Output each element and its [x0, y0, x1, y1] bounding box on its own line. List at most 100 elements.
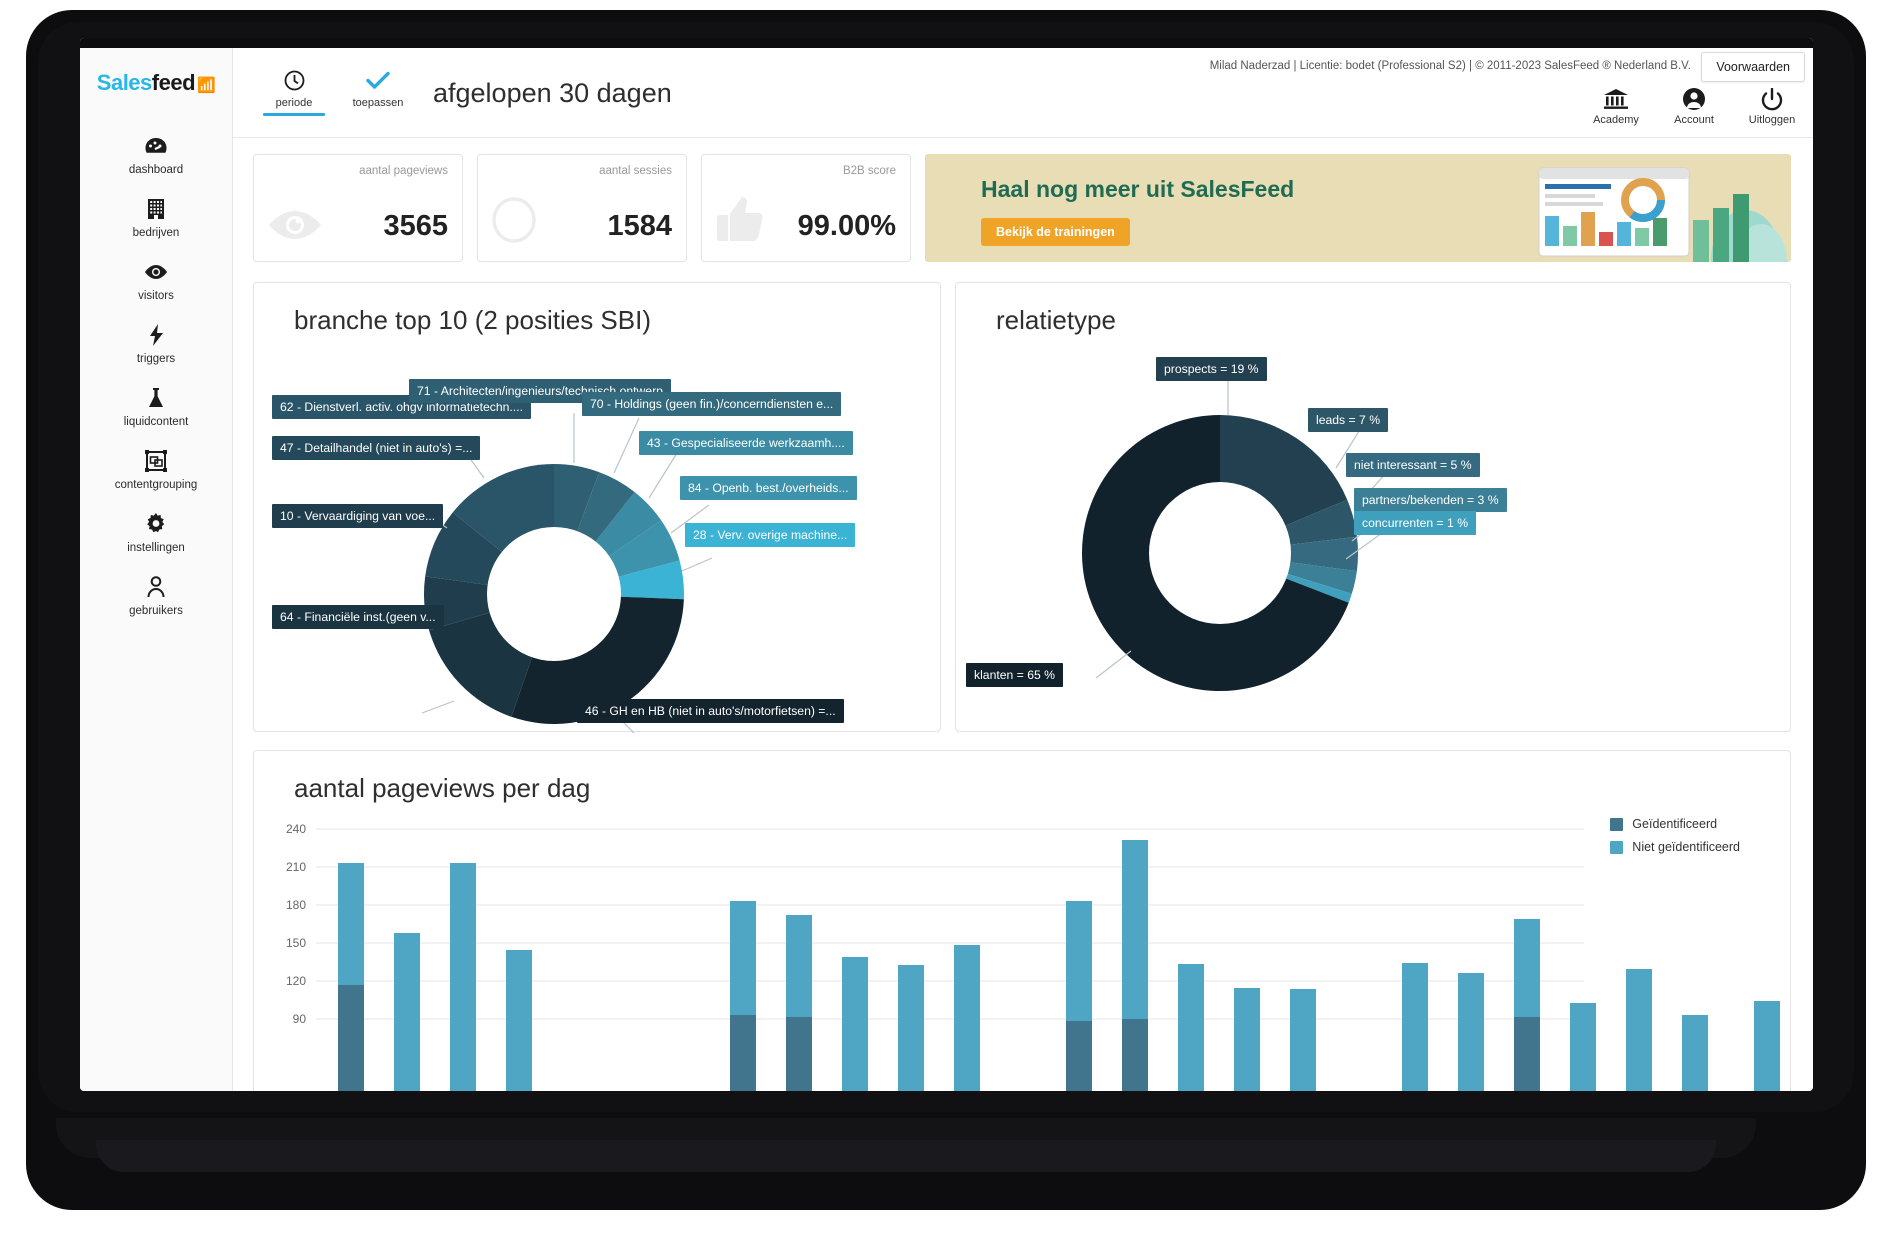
branche-label-70[interactable]: 70 - Holdings (geen fin.)/concerndienste…: [582, 392, 842, 417]
app-screen: Salesfeed 📶 dashboard bedrijven visitors…: [80, 38, 1813, 1091]
relatietype-donut-chart: prospects = 19 % leads = 7 % niet intere…: [956, 283, 1790, 731]
header-item-label: Uitloggen: [1748, 114, 1796, 126]
flask-icon: [146, 387, 166, 409]
sidebar-item-label: dashboard: [128, 164, 184, 176]
kpi-value: 99.00%: [797, 210, 896, 242]
donut-hole: [1149, 482, 1291, 624]
voorwaarden-button[interactable]: Voorwaarden: [1701, 52, 1805, 82]
kpi-label: aantal pageviews: [359, 165, 448, 177]
tab-active-indicator: [263, 113, 325, 116]
group-icon: [145, 450, 167, 472]
sidebar-item-instellingen[interactable]: instellingen: [80, 502, 232, 565]
header-item-label: Account: [1674, 114, 1714, 126]
kpi-value: 3565: [383, 210, 448, 242]
branche-label-84[interactable]: 84 - Openb. best./overheids...: [680, 476, 857, 501]
header-actions: Academy Account Uitloggen: [1589, 86, 1799, 126]
bar-identified: [1514, 1017, 1540, 1091]
period-toolbar: periode toepassen: [263, 70, 409, 116]
kpi-card-sessies: aantal sessies 1584: [477, 154, 687, 262]
panel-relatietype: relatietype prospects = 19 % leads = 7 %…: [955, 282, 1791, 732]
bar: [1234, 988, 1260, 1091]
tab-periode[interactable]: periode: [263, 70, 325, 116]
bar: [394, 933, 420, 1091]
svg-text:150: 150: [286, 936, 306, 950]
app-header: Milad Naderzad | Licentie: bodet (Profes…: [233, 48, 1813, 138]
kpi-card-pageviews: aantal pageviews 3565: [253, 154, 463, 262]
bar-identified: [338, 985, 364, 1091]
sidebar-nav: dashboard bedrijven visitors triggers li…: [80, 124, 232, 628]
device-frame-layer-3: [96, 1140, 1716, 1172]
branche-label-46[interactable]: 46 - GH en HB (niet in auto's/motorfiets…: [577, 699, 844, 724]
sidebar-item-label: contentgrouping: [114, 479, 198, 491]
header-item-label: Academy: [1593, 114, 1639, 126]
sidebar-item-label: liquidcontent: [123, 416, 189, 428]
sidebar-item-bedrijven[interactable]: bedrijven: [80, 187, 232, 250]
kpi-label: aantal sessies: [599, 165, 672, 177]
bar-chart-svg: 240 210 180 150 120 90: [286, 823, 1780, 1091]
header-item-uitloggen[interactable]: Uitloggen: [1745, 86, 1799, 126]
sidebar-item-dashboard[interactable]: dashboard: [80, 124, 232, 187]
kpi-value: 1584: [607, 210, 672, 242]
main-content: aantal pageviews 3565 aantal sessies 158…: [233, 138, 1813, 1091]
account-icon: [1682, 86, 1706, 112]
relatietype-label-klanten[interactable]: klanten = 65 %: [966, 663, 1063, 688]
sidebar-item-label: visitors: [138, 290, 174, 302]
bars-group: [338, 840, 1780, 1091]
tab-toepassen[interactable]: toepassen: [347, 70, 409, 116]
eye-icon: [143, 261, 169, 283]
tab-toepassen-label: toepassen: [352, 97, 404, 109]
app-logo[interactable]: Salesfeed 📶: [96, 70, 216, 96]
bar: [1402, 963, 1428, 1091]
sidebar-item-label: gebruikers: [129, 605, 183, 617]
svg-text:180: 180: [286, 898, 306, 912]
charts-row: branche top 10 (2 posities SBI) 62 - Die…: [253, 282, 1791, 733]
bar: [842, 957, 868, 1091]
donut-hole: [487, 527, 621, 661]
bolt-icon: [148, 324, 164, 346]
panel-branche-top-10: branche top 10 (2 posities SBI) 62 - Die…: [253, 282, 941, 733]
sidebar-item-contentgrouping[interactable]: contentgrouping: [80, 439, 232, 502]
header-item-account[interactable]: Account: [1667, 86, 1721, 126]
branche-label-43[interactable]: 43 - Gespecialiseerde werkzaamh....: [639, 431, 853, 456]
logo-text-sales: Sales: [96, 70, 153, 95]
screenshot-root: Salesfeed 📶 dashboard bedrijven visitors…: [0, 0, 1900, 1252]
kpi-label: B2B score: [842, 165, 896, 177]
sidebar-item-gebruikers[interactable]: gebruikers: [80, 565, 232, 628]
bar-chart-title: aantal pageviews per dag: [294, 773, 591, 803]
promo-banner[interactable]: Haal nog meer uit SalesFeed Bekijk de tr…: [925, 154, 1791, 262]
sidebar-item-label: bedrijven: [132, 227, 180, 239]
bar: [898, 965, 924, 1091]
check-icon: [366, 70, 390, 94]
tab-periode-label: periode: [275, 97, 313, 109]
svg-text:120: 120: [286, 974, 306, 988]
sidebar: Salesfeed 📶 dashboard bedrijven visitors…: [80, 48, 233, 1091]
branche-label-47[interactable]: 47 - Detailhandel (niet in auto's) =...: [272, 436, 481, 461]
building-icon: [146, 198, 166, 220]
relatietype-label-niet-interessant[interactable]: niet interessant = 5 %: [1346, 453, 1480, 478]
bar: [954, 945, 980, 1091]
sidebar-item-visitors[interactable]: visitors: [80, 250, 232, 313]
browser-chrome-bar: [80, 38, 1813, 48]
sidebar-item-label: instellingen: [127, 542, 185, 554]
header-item-academy[interactable]: Academy: [1589, 86, 1643, 126]
bar: [1178, 964, 1204, 1091]
branche-label-10[interactable]: 10 - Vervaardiging van voe...: [272, 504, 444, 529]
bar: [1458, 973, 1484, 1091]
branche-label-28[interactable]: 28 - Verv. overige machine...: [685, 523, 856, 548]
relatietype-label-partners[interactable]: partners/bekenden = 3 %: [1354, 488, 1507, 513]
branche-label-64[interactable]: 64 - Financiële inst.(geen v...: [272, 605, 444, 630]
bar-identified: [786, 1017, 812, 1091]
circle-icon: [490, 196, 538, 249]
promo-illustration: [1531, 154, 1791, 262]
sidebar-item-triggers[interactable]: triggers: [80, 313, 232, 376]
relatietype-label-concurrenten[interactable]: concurrenten = 1 %: [1354, 511, 1477, 536]
svg-text:90: 90: [293, 1012, 307, 1026]
relatietype-label-prospects[interactable]: prospects = 19 %: [1156, 357, 1267, 382]
svg-text:240: 240: [286, 823, 306, 836]
sidebar-item-liquidcontent[interactable]: liquidcontent: [80, 376, 232, 439]
promo-cta-button[interactable]: Bekijk de trainingen: [981, 218, 1130, 246]
branche-donut-chart: 62 - Dienstverl. activ. ohgv informatiet…: [254, 283, 940, 733]
bar-identified: [1066, 1021, 1092, 1091]
relatietype-label-leads[interactable]: leads = 7 %: [1308, 408, 1389, 433]
bank-icon: [1603, 86, 1629, 112]
